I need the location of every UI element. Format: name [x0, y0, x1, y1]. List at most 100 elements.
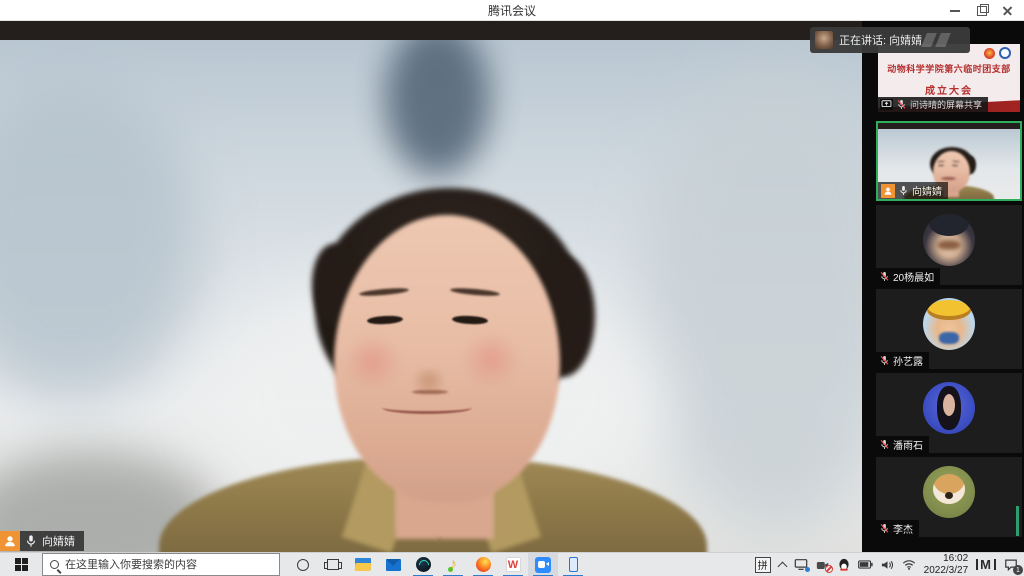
speaking-toast-text: 正在讲话: 向婧婧 — [839, 32, 922, 48]
participant-name: 20杨晨如 — [893, 269, 934, 284]
participant-name: 潘雨石 — [893, 437, 923, 452]
league-emblem-icon — [984, 48, 995, 59]
host-badge-icon — [881, 184, 895, 198]
participant-name-bar: 潘雨石 — [876, 436, 929, 453]
participant-name: 李杰 — [893, 521, 913, 536]
participant-tile-panyushi[interactable]: 潘雨石 — [876, 373, 1022, 453]
start-button[interactable] — [0, 553, 42, 576]
display-tray-icon[interactable] — [794, 558, 808, 571]
qq-music-icon: ♪ — [449, 557, 457, 573]
title-bar: 腾讯会议 — [0, 0, 1024, 21]
taskbar-app-file-explorer[interactable] — [348, 553, 378, 576]
taskbar-search[interactable] — [42, 553, 280, 576]
avatar-shiba-dog — [923, 466, 975, 518]
your-phone-icon — [569, 557, 578, 572]
close-button[interactable] — [994, 0, 1020, 21]
meeting-logo-watermark — [924, 33, 954, 47]
minimize-button[interactable] — [942, 0, 968, 21]
taskbar-app-qq-music[interactable]: ♪ — [438, 553, 468, 576]
avatar-anime-girl — [923, 214, 975, 266]
mic-muted-icon — [879, 523, 890, 534]
mic-muted-icon — [879, 271, 890, 282]
speaker-person — [0, 21, 862, 552]
file-explorer-icon — [355, 558, 371, 571]
mic-on-icon — [24, 534, 38, 548]
participant-tile-yangchenru[interactable]: 20杨晨如 — [876, 205, 1022, 285]
participant-name-bar: 20杨晨如 — [876, 268, 940, 285]
person-mouth — [382, 401, 472, 414]
system-tray: 拼 16:02 2022/3 — [755, 553, 1024, 576]
camera-dark-strip — [0, 21, 862, 40]
speaker-avatar — [815, 31, 833, 49]
participants-sidebar: 动物科学学院第六临时团支部 成立大会 问诗晴的屏幕共享 — [862, 21, 1024, 552]
task-view-button[interactable] — [318, 553, 348, 576]
host-badge-icon — [0, 531, 20, 551]
mail-icon — [386, 559, 401, 571]
participant-tile-lijie[interactable]: 李杰 — [876, 457, 1022, 537]
mic-on-icon — [898, 185, 909, 196]
camera-blocked-tray-icon[interactable] — [816, 559, 830, 571]
screen-share-owner: 问诗晴的屏幕共享 — [910, 98, 982, 111]
taskbar-app-tencent-meeting[interactable] — [528, 553, 558, 576]
participant-tile-xiangjingjing[interactable]: 向婧婧 — [876, 121, 1022, 201]
qq-tray-icon[interactable] — [838, 558, 850, 572]
wps-icon: W — [506, 557, 521, 572]
screen-share-icon — [880, 99, 893, 110]
app-window: 腾讯会议 — [0, 0, 1024, 576]
notification-badge: 1 — [1013, 565, 1023, 575]
blocked-badge — [825, 565, 833, 573]
tim-icon — [416, 557, 431, 572]
person-cheek — [459, 334, 524, 384]
taskbar-clock[interactable]: 16:02 2022/3/27 — [924, 553, 969, 576]
person-cheek — [340, 337, 405, 387]
mic-muted-icon — [879, 439, 890, 450]
participant-name-bar: 李杰 — [876, 520, 919, 537]
participant-name-bar: 孙艺露 — [876, 352, 929, 369]
ime-indicator[interactable]: 拼 — [755, 557, 771, 573]
university-logo-icon — [999, 47, 1011, 59]
participant-name: 向婧婧 — [912, 183, 942, 198]
main-speaker-name-bar: 向婧婧 — [0, 531, 84, 551]
tencent-meeting-icon — [535, 557, 551, 573]
windows-logo-icon — [15, 558, 28, 571]
screen-share-thumbnail[interactable]: 动物科学学院第六临时团支部 成立大会 问诗晴的屏幕共享 — [878, 44, 1020, 112]
search-input[interactable] — [65, 559, 272, 571]
taskbar: ♪ W 拼 — [0, 552, 1024, 576]
taskbar-app-mail[interactable] — [378, 553, 408, 576]
participant-name-bar: 向婧婧 — [878, 182, 948, 199]
cortana-icon — [297, 559, 309, 571]
battery-tray-icon[interactable] — [858, 560, 873, 569]
avatar-blue-portrait — [923, 382, 975, 434]
participant-name: 孙艺露 — [893, 353, 923, 368]
taskbar-app-tim[interactable] — [408, 553, 438, 576]
sidebar-scrollbar[interactable] — [1016, 506, 1019, 536]
firefox-icon — [476, 557, 491, 572]
mic-muted-icon — [879, 355, 890, 366]
slide-title-line1: 动物科学学院第六临时团支部 — [878, 62, 1020, 75]
mic-muted-icon — [896, 99, 907, 110]
window-title: 腾讯会议 — [488, 2, 536, 19]
status-dot — [805, 567, 810, 572]
restore-button[interactable] — [968, 0, 994, 21]
cortana-button[interactable] — [288, 553, 318, 576]
window-controls — [942, 0, 1020, 21]
m-tray-icon[interactable]: M — [976, 559, 996, 570]
taskbar-app-your-phone[interactable] — [558, 553, 588, 576]
search-icon — [50, 560, 59, 569]
clock-time: 16:02 — [924, 553, 969, 565]
action-center-button[interactable]: 1 — [1004, 558, 1018, 571]
screen-share-label-bar: 问诗晴的屏幕共享 — [878, 97, 988, 112]
main-speaker-name: 向婧婧 — [42, 533, 75, 549]
slide-title-line2: 成立大会 — [878, 82, 1020, 97]
main-video: 向婧婧 — [0, 21, 862, 552]
participant-tile-sunyilu[interactable]: 孙艺露 — [876, 289, 1022, 369]
speaking-toast: 正在讲话: 向婧婧 — [810, 27, 970, 53]
volume-tray-icon[interactable] — [881, 559, 894, 571]
taskbar-app-firefox[interactable] — [468, 553, 498, 576]
network-wifi-tray-icon[interactable] — [902, 559, 916, 570]
taskbar-app-wps[interactable]: W — [498, 553, 528, 576]
task-view-icon — [327, 559, 339, 570]
avatar-straw-hat — [923, 298, 975, 350]
clock-date: 2022/3/27 — [924, 565, 969, 576]
tray-expand-chevron-icon[interactable] — [777, 561, 787, 571]
